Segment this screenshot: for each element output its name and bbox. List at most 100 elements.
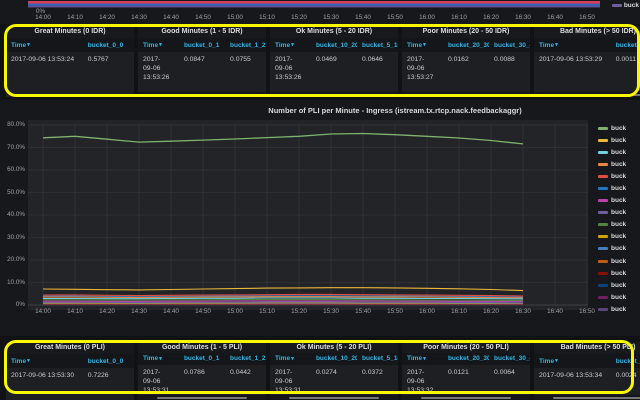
legend-swatch-icon [598, 126, 608, 130]
column-header-bucket_20_30[interactable]: bucket_20_30 [443, 42, 489, 49]
table-scrollbar[interactable] [553, 397, 640, 399]
x-tick-label: 15:50 [387, 308, 403, 315]
column-header-bucket_20_30[interactable]: bucket_20_30 [443, 355, 489, 362]
x-tick-label: 16:10 [451, 14, 467, 21]
chart-title[interactable]: Number of PLI per Minute - Ingress (istr… [160, 106, 630, 115]
value-cell: 0.0847 [183, 56, 205, 63]
sort-caret-icon: ▾ [27, 42, 30, 48]
column-header-bucket_1_2[interactable]: bucket_1_2 [225, 355, 266, 362]
column-header-bucket_100_150[interactable]: bucket_100_150 [611, 358, 640, 365]
legend-item[interactable]: buck [598, 245, 640, 253]
x-tick-label: 14:50 [195, 14, 211, 21]
mini-chart-lines[interactable] [28, 1, 600, 8]
x-tick-label: 16:40 [547, 308, 563, 315]
legend-item[interactable]: buck [598, 293, 640, 301]
legend-item[interactable]: buck [598, 281, 640, 289]
legend-item[interactable]: buck [598, 160, 640, 168]
legend-item[interactable]: buck [598, 136, 640, 144]
legend-item[interactable]: buck [598, 124, 640, 132]
legend-item[interactable]: buck [598, 269, 640, 277]
column-header-time[interactable]: Time ▾ [6, 358, 83, 365]
table-scrollbar[interactable] [421, 397, 511, 399]
column-header-time[interactable]: Time ▾ [402, 355, 443, 362]
table-row: 2017-09-06 13:53:30 0.7226 [6, 368, 134, 400]
legend-swatch-icon [598, 259, 608, 263]
table-scrollbar[interactable] [157, 94, 247, 96]
table-scrollbar[interactable] [289, 397, 379, 399]
table-row: 2017- 09-06 13:53:27 0.0162 0.0088 [402, 52, 530, 92]
column-header-time[interactable]: Time ▾ [138, 355, 179, 362]
legend-item[interactable]: buck [598, 148, 640, 156]
x-tick-label: 15:00 [227, 308, 243, 315]
column-header-label: Time [143, 41, 159, 49]
column-header-bucket_30_40[interactable]: bucket_30_40 [489, 355, 530, 362]
column-header-time[interactable]: Time ▾ [534, 42, 611, 49]
legend-item[interactable]: buck [598, 221, 640, 229]
column-header-time[interactable]: Time ▾ [534, 358, 611, 365]
column-header-bucket_30_40[interactable]: bucket_30_40 [489, 42, 530, 49]
sort-caret-icon: ▾ [423, 355, 426, 362]
table-scrollbar[interactable] [289, 94, 379, 96]
table-title[interactable]: Bad Minutes (> 50 PLI) [534, 342, 640, 354]
legend-item[interactable]: buck [598, 305, 640, 313]
table-title[interactable]: Poor Minutes (20 - 50 PLI) [402, 342, 530, 353]
table-scrollbar[interactable] [553, 94, 640, 96]
value-cell: 0.0064 [494, 369, 515, 376]
legend-item[interactable]: buck [598, 257, 640, 265]
legend-series-label: buck [611, 160, 627, 168]
column-header-bucket_1_2[interactable]: bucket_1_2 [225, 42, 266, 49]
column-header-time[interactable]: Time ▾ [402, 42, 443, 49]
column-header-bucket_10_20[interactable]: bucket_10_20 [311, 355, 357, 362]
table-row: 2017-09-06 13:53:24 0.5767 [6, 52, 134, 97]
column-header-bucket_100_150[interactable]: bucket_100_150 [611, 42, 640, 49]
value-cell: 0.0024 [615, 372, 637, 379]
legend-swatch-icon [598, 271, 608, 275]
x-tick-label: 14:00 [35, 308, 51, 315]
x-tick-label: 15:30 [323, 308, 339, 315]
x-tick-label: 14:10 [67, 308, 83, 315]
time-cell: 2017- 09-06 13:53:31 [143, 369, 170, 394]
column-header-bucket_0_1[interactable]: bucket_0_1 [179, 42, 225, 49]
column-header-time[interactable]: Time ▾ [270, 355, 311, 362]
table-title[interactable]: Good Minutes (1 - 5 PLI) [138, 342, 266, 353]
table-row: 2017- 09-06 13:53:26 0.0469 0.0646 [270, 52, 398, 92]
time-cell: 2017- 09-06 13:53:31 [275, 369, 302, 394]
column-header-bucket_0_0[interactable]: bucket_0_0 [83, 358, 134, 365]
x-tick-label: 16:00 [419, 308, 435, 315]
legend-item[interactable]: buck [598, 233, 640, 241]
mini-legend-item[interactable]: buck [611, 2, 639, 9]
legend-swatch-icon [598, 235, 608, 239]
legend-item[interactable]: buck [598, 172, 640, 180]
table-scrollbar[interactable] [421, 94, 511, 96]
table-title[interactable]: Great Minutes (0 IDR) [6, 26, 134, 38]
time-cell: 2017-09-06 13:53:24 [11, 56, 75, 63]
legend-series-label: buck [611, 281, 627, 289]
column-header-time[interactable]: Time ▾ [270, 42, 311, 49]
column-header-bucket_10_20[interactable]: bucket_10_20 [311, 42, 357, 49]
table-title[interactable]: Good Minutes (1 - 5 IDR) [138, 26, 266, 38]
table-title[interactable]: Bad Minutes (> 50 IDR) [534, 26, 640, 38]
column-header-time[interactable]: Time ▾ [6, 42, 83, 49]
column-header-bucket_5_10[interactable]: bucket_5_10 [357, 355, 398, 362]
legend-item[interactable]: buck [598, 197, 640, 205]
column-header-bucket_5_10[interactable]: bucket_5_10 [357, 42, 398, 49]
column-header-bucket_0_0[interactable]: bucket_0_0 [83, 42, 134, 49]
column-header-label: Time [143, 355, 159, 363]
column-header-label: bucket_1_2 [230, 355, 266, 363]
legend-item[interactable]: buck [598, 209, 640, 217]
table-panel: Bad Minutes (> 50 IDR) Time▾ bucket_100_15… [534, 26, 640, 97]
table-title[interactable]: Ok Minutes (5 - 20 IDR) [270, 26, 398, 38]
x-tick-label: 15:50 [387, 14, 403, 21]
legend-series-label: buck [611, 245, 627, 253]
table-scrollbar[interactable] [157, 397, 247, 399]
table-title[interactable]: Poor Minutes (20 - 50 IDR) [402, 26, 530, 38]
column-header-bucket_0_1[interactable]: bucket_0_1 [179, 355, 225, 362]
table-header-row: Time ▾ bucket_0_1 bucket_1_2 [138, 352, 266, 365]
value-cell: 0.0755 [230, 56, 251, 63]
legend-item[interactable]: buck [598, 184, 640, 192]
pli-line-chart[interactable] [28, 120, 588, 310]
table-title[interactable]: Great Minutes (0 PLI) [6, 342, 134, 354]
column-header-time[interactable]: Time ▾ [138, 42, 179, 49]
table-title[interactable]: Ok Minutes (5 - 20 PLI) [270, 342, 398, 353]
sort-caret-icon: ▾ [159, 42, 162, 48]
